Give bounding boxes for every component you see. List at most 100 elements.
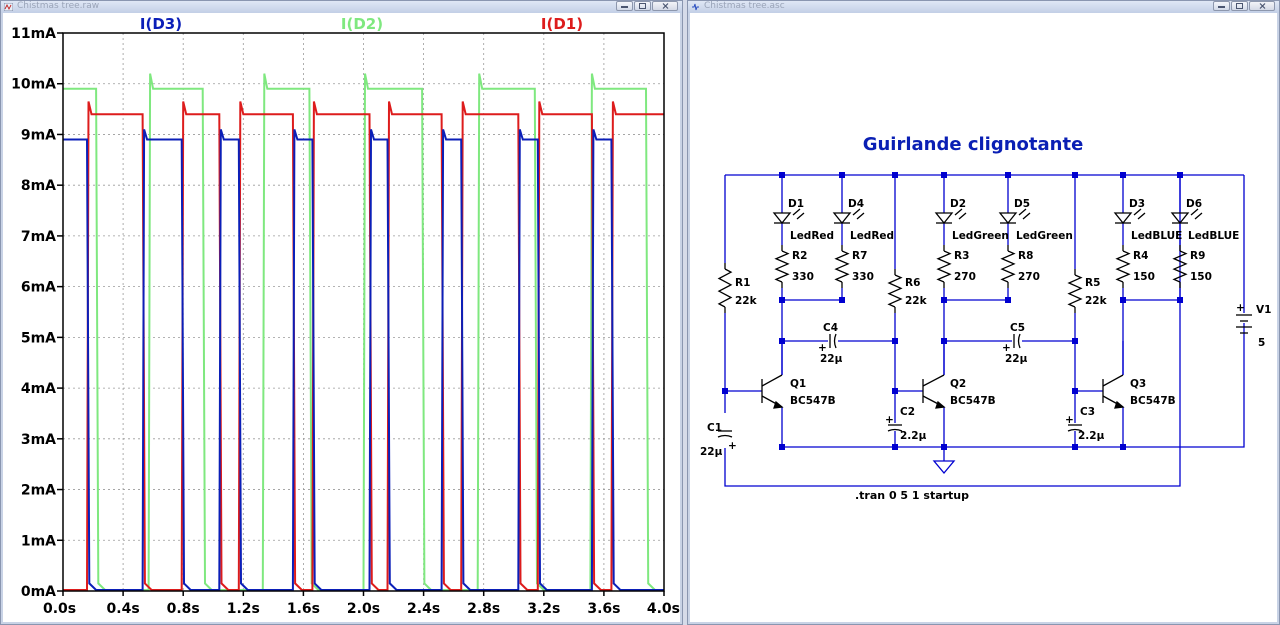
component-label: Q1 — [790, 378, 806, 390]
component-label: C2 — [900, 406, 915, 418]
component-label: BC547B — [950, 395, 996, 407]
junction — [779, 338, 785, 344]
schematic-pane[interactable]: D1 LedRed R2 330 D4 LedRed R7 330 D2 LedGreen R3 27… — [690, 13, 1277, 622]
resistor-symbol — [774, 250, 790, 283]
transistor-arrow — [935, 400, 946, 409]
junction — [1120, 172, 1126, 178]
schematic-app-icon — [692, 3, 699, 11]
component-label: C5 — [1010, 322, 1025, 334]
y-tick-label: 3mA — [21, 432, 56, 448]
schematic-restore-button[interactable] — [1231, 1, 1248, 11]
x-tick-label: 1.6s — [287, 601, 320, 617]
junction — [1072, 388, 1078, 394]
junction — [941, 297, 947, 303]
y-tick-label: 1mA — [21, 533, 56, 549]
junction — [839, 297, 845, 303]
capacitor-plate — [717, 434, 733, 438]
component-label: R3 — [954, 250, 969, 262]
close-icon — [662, 3, 668, 9]
capacitor-plate — [1017, 333, 1021, 349]
junction — [779, 172, 785, 178]
waveform-chart[interactable]: 0mA 1mA 2mA 3mA 4mA 5mA 6mA 7mA 8mA 9mA 10mA 11mA 0… — [3, 13, 682, 624]
junction — [892, 444, 898, 450]
led-emission-icon — [954, 208, 967, 220]
transistor-arrow — [773, 400, 784, 409]
component-label: LedRed — [850, 230, 894, 242]
wire — [781, 300, 828, 342]
schematic-wires — [724, 174, 1245, 487]
component-label: BC547B — [1130, 395, 1176, 407]
legend-label: I(D1) — [541, 15, 583, 33]
resistor-symbol — [1067, 274, 1083, 308]
junction — [892, 338, 898, 344]
plot-traces — [63, 73, 664, 591]
led-emission-icon — [1133, 208, 1146, 220]
resistor-symbol — [936, 250, 952, 283]
component-label: 22µ — [700, 446, 723, 458]
component-label: BC547B — [790, 395, 836, 407]
transistor-collector — [1102, 374, 1124, 387]
component-label: C4 — [823, 322, 838, 334]
x-tick-label: 1.2s — [227, 601, 260, 617]
y-tick-label: 0mA — [21, 584, 56, 600]
component-label: 22k — [1085, 295, 1108, 307]
plot-window-titlebar[interactable]: Chistmas tree.raw — [1, 1, 682, 13]
plot-restore-button[interactable] — [634, 1, 651, 11]
minimize-icon — [621, 6, 628, 8]
transistor-collector — [922, 374, 945, 387]
component-label: D6 — [1186, 198, 1202, 210]
component-label: + — [728, 440, 737, 452]
junction — [1177, 297, 1183, 303]
restore-icon — [1236, 3, 1243, 9]
component-label: C1 — [707, 422, 722, 434]
junction — [779, 297, 785, 303]
resistor-symbol — [1000, 250, 1016, 283]
resistor-symbol — [1172, 250, 1188, 283]
resistor-symbol — [1115, 250, 1131, 283]
component-label: 5 — [1258, 337, 1265, 349]
resistor-symbol — [717, 268, 733, 308]
schematic-canvas[interactable]: D1 LedRed R2 330 D4 LedRed R7 330 D2 LedGreen R3 27… — [690, 13, 1279, 624]
y-tick-label: 9mA — [21, 127, 56, 143]
led-emission-icon — [1190, 208, 1203, 220]
plot-pane[interactable]: 0mA 1mA 2mA 3mA 4mA 5mA 6mA 7mA 8mA 9mA 10mA 11mA 0… — [3, 13, 680, 622]
component-label: 22k — [905, 295, 928, 307]
schematic-minimize-button[interactable] — [1213, 1, 1230, 11]
component-label: R2 — [792, 250, 807, 262]
trace-id2 — [63, 73, 664, 591]
schematic-labels: D1 LedRed R2 330 D4 LedRed R7 330 D2 LedGreen R3 27… — [700, 198, 1271, 458]
x-tick-label: 3.2s — [527, 601, 560, 617]
led-symbol — [772, 212, 792, 225]
led-symbol — [998, 212, 1018, 225]
component-label: D1 — [788, 198, 804, 210]
schematic-close-button[interactable] — [1249, 1, 1275, 11]
schematic-window-titlebar[interactable]: Chistmas tree.asc — [688, 1, 1279, 13]
y-tick-label: 6mA — [21, 280, 56, 296]
plot-close-button[interactable] — [652, 1, 678, 11]
waveform-app-icon — [4, 3, 13, 11]
resistor-symbol — [887, 274, 903, 308]
schematic-junctions — [722, 172, 1183, 450]
plot-window-title: Chistmas tree.raw — [17, 1, 100, 11]
plot-minimize-button[interactable] — [616, 1, 633, 11]
spice-directive: .tran 0 5 1 startup — [855, 489, 969, 502]
x-tick-label: 2.4s — [407, 601, 440, 617]
component-label: R4 — [1133, 250, 1148, 262]
component-label: LedBLUE — [1188, 230, 1239, 242]
junction — [941, 338, 947, 344]
junction — [892, 388, 898, 394]
plot-window: Chistmas tree.raw 0mA 1mA 2mA 3mA 4mA 5mA 6mA 7… — [0, 0, 683, 625]
restore-icon — [639, 3, 646, 9]
y-tick-label: 5mA — [21, 330, 56, 346]
junction — [941, 444, 947, 450]
resistor-symbol — [834, 250, 850, 283]
led-symbol — [1113, 212, 1133, 225]
schematic-window-title: Chistmas tree.asc — [704, 1, 785, 11]
component-label: 2.2µ — [900, 430, 927, 442]
component-label: 150 — [1190, 271, 1212, 283]
junction — [722, 388, 728, 394]
plot-legend: I(D3) I(D2) I(D1) — [140, 15, 583, 33]
component-label: + — [1065, 414, 1074, 426]
junction — [1120, 444, 1126, 450]
led-emission-icon — [852, 208, 865, 220]
